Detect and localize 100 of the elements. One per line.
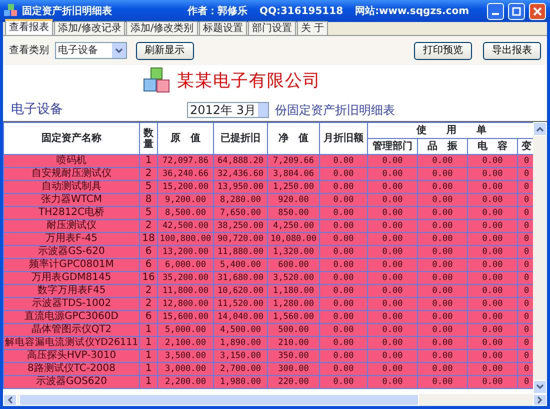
- table-cell: 0.00: [418, 220, 468, 232]
- table-cell: 自动测试制具: [4, 180, 140, 194]
- column-header: 月折旧额: [320, 122, 368, 154]
- table-cell: 64,888.20: [214, 154, 268, 168]
- table-cell: 2,100.00: [158, 336, 214, 350]
- tab[interactable]: 查看报表: [5, 19, 53, 35]
- table-cell: 4,250.00: [268, 220, 320, 232]
- maximize-button[interactable]: [508, 2, 525, 20]
- table-cell: 13,950.00: [214, 180, 268, 194]
- table-cell: 0.00: [368, 336, 418, 350]
- table-cell: 31,680.00: [214, 272, 268, 284]
- table-cell: 7,209.66: [268, 154, 320, 168]
- scroll-left-icon[interactable]: [7, 396, 13, 404]
- refresh-button[interactable]: 刷新显示: [136, 42, 194, 60]
- column-header: 净 值: [268, 122, 320, 154]
- table-cell: 0.00: [468, 168, 518, 180]
- export-button[interactable]: 导出报表: [483, 42, 541, 60]
- column-header: 数量: [140, 122, 158, 154]
- table-cell: 9,200.00: [158, 194, 214, 206]
- app-icon: [4, 4, 18, 18]
- table-cell: 14,040.00: [214, 310, 268, 324]
- table-cell: 数字万用表F45: [4, 284, 140, 298]
- table-cell: 万用表F-45: [4, 232, 140, 246]
- scroll-down-icon[interactable]: [536, 384, 544, 390]
- table-cell: 0.00: [368, 310, 418, 324]
- table-cell: 0.00: [368, 232, 418, 246]
- table-cell: 0.00: [468, 246, 518, 258]
- report-subtitle: 份固定资产折旧明细表: [275, 102, 395, 119]
- table-cell: 0.00: [418, 168, 468, 180]
- table-cell: 0.00: [418, 272, 468, 284]
- tab[interactable]: 关 于: [296, 21, 328, 35]
- table-cell: 1,890.00: [214, 336, 268, 350]
- table-cell: 高压探头HVP-3010: [4, 350, 140, 362]
- minimize-button[interactable]: [487, 2, 504, 20]
- table-cell: 600.00: [268, 258, 320, 272]
- table-cell: 0.00: [418, 284, 468, 298]
- table-cell: 1,180.00: [268, 284, 320, 298]
- table-cell: 0.00: [320, 310, 368, 324]
- table-cell: 0.00: [320, 168, 368, 180]
- table-cell: 42,500.00: [158, 220, 214, 232]
- tab[interactable]: 标题设置: [198, 21, 247, 35]
- table-cell: 1,280.00: [268, 298, 320, 310]
- table-cell: 2,200.00: [158, 376, 214, 388]
- table-cell: 11,800.00: [158, 284, 214, 298]
- table-cell: 0.00: [320, 258, 368, 272]
- column-header: 管理部门: [368, 138, 418, 154]
- table-cell: 500.00: [268, 324, 320, 336]
- table-cell: 8,500.00: [158, 206, 214, 220]
- table-cell: 0.00: [320, 180, 368, 194]
- table-cell: 0.00: [418, 180, 468, 194]
- table-cell: 示波器TDS-1002: [4, 298, 140, 310]
- table-cell: 0.00: [468, 180, 518, 194]
- table-cell: 0.00: [320, 350, 368, 362]
- table-cell: 12,800.00: [158, 298, 214, 310]
- table-cell: 0.00: [320, 246, 368, 258]
- date-spinner[interactable]: 2012年 3月: [187, 102, 269, 118]
- table-cell: 示波器GS-620: [4, 246, 140, 258]
- table-cell: 0.00: [368, 284, 418, 298]
- horizontal-scrollbar[interactable]: [3, 394, 547, 406]
- close-button[interactable]: [529, 2, 546, 20]
- table-cell: 0.00: [418, 206, 468, 220]
- table-cell: 0.00: [320, 298, 368, 310]
- category-select[interactable]: 电子设备: [55, 42, 127, 59]
- column-header: 品 振: [418, 138, 468, 154]
- tab[interactable]: 添加/修改记录: [54, 21, 126, 35]
- table-cell: 0.00: [320, 272, 368, 284]
- table-cell: 15,600.00: [158, 310, 214, 324]
- table-cell: 0.00: [418, 194, 468, 206]
- scroll-right-icon[interactable]: [537, 396, 543, 404]
- column-header: 电 容: [468, 138, 518, 154]
- table-cell: 0.00: [320, 376, 368, 388]
- table-cell: 850.00: [268, 206, 320, 220]
- table-cell: 0.00: [368, 220, 418, 232]
- maximize-icon: [512, 6, 521, 16]
- author-text: 作者：郭修乐: [187, 4, 248, 18]
- table-cell: 0.00: [418, 246, 468, 258]
- table-cell: TH2812C电桥: [4, 206, 140, 220]
- table-cell: 0.00: [468, 194, 518, 206]
- table-cell: 0.00: [468, 258, 518, 272]
- table-cell: 0.00: [468, 284, 518, 298]
- table-cell: 自安规耐压测试仪: [4, 168, 140, 180]
- table-cell: 220.00: [268, 376, 320, 388]
- tab[interactable]: 部门设置: [248, 21, 296, 35]
- table-cell: 频率计GPC0801M: [4, 258, 140, 272]
- table-cell: 0.00: [320, 336, 368, 350]
- table-cell: 晶体管图示仪QT2: [4, 324, 140, 336]
- table-cell: 0.00: [468, 220, 518, 232]
- table-cell: 0.00: [320, 232, 368, 246]
- table-cell: 0.00: [418, 324, 468, 336]
- table-cell: 0.00: [368, 272, 418, 284]
- print-preview-button[interactable]: 打印预览: [414, 42, 472, 60]
- scroll-up-icon[interactable]: [536, 126, 544, 132]
- table-cell: 张力器WTCM: [4, 194, 140, 206]
- table-cell: 解电容漏电流测试仪YD26111: [4, 336, 140, 350]
- vertical-scrollbar[interactable]: [533, 122, 547, 394]
- table-cell: 耐压测试仪: [4, 220, 140, 232]
- table-cell: 5,400.00: [214, 258, 268, 272]
- tab[interactable]: 添加/修改类别: [126, 21, 198, 35]
- column-header: 固定资产名称: [4, 122, 140, 154]
- column-header: 原 值: [158, 122, 214, 154]
